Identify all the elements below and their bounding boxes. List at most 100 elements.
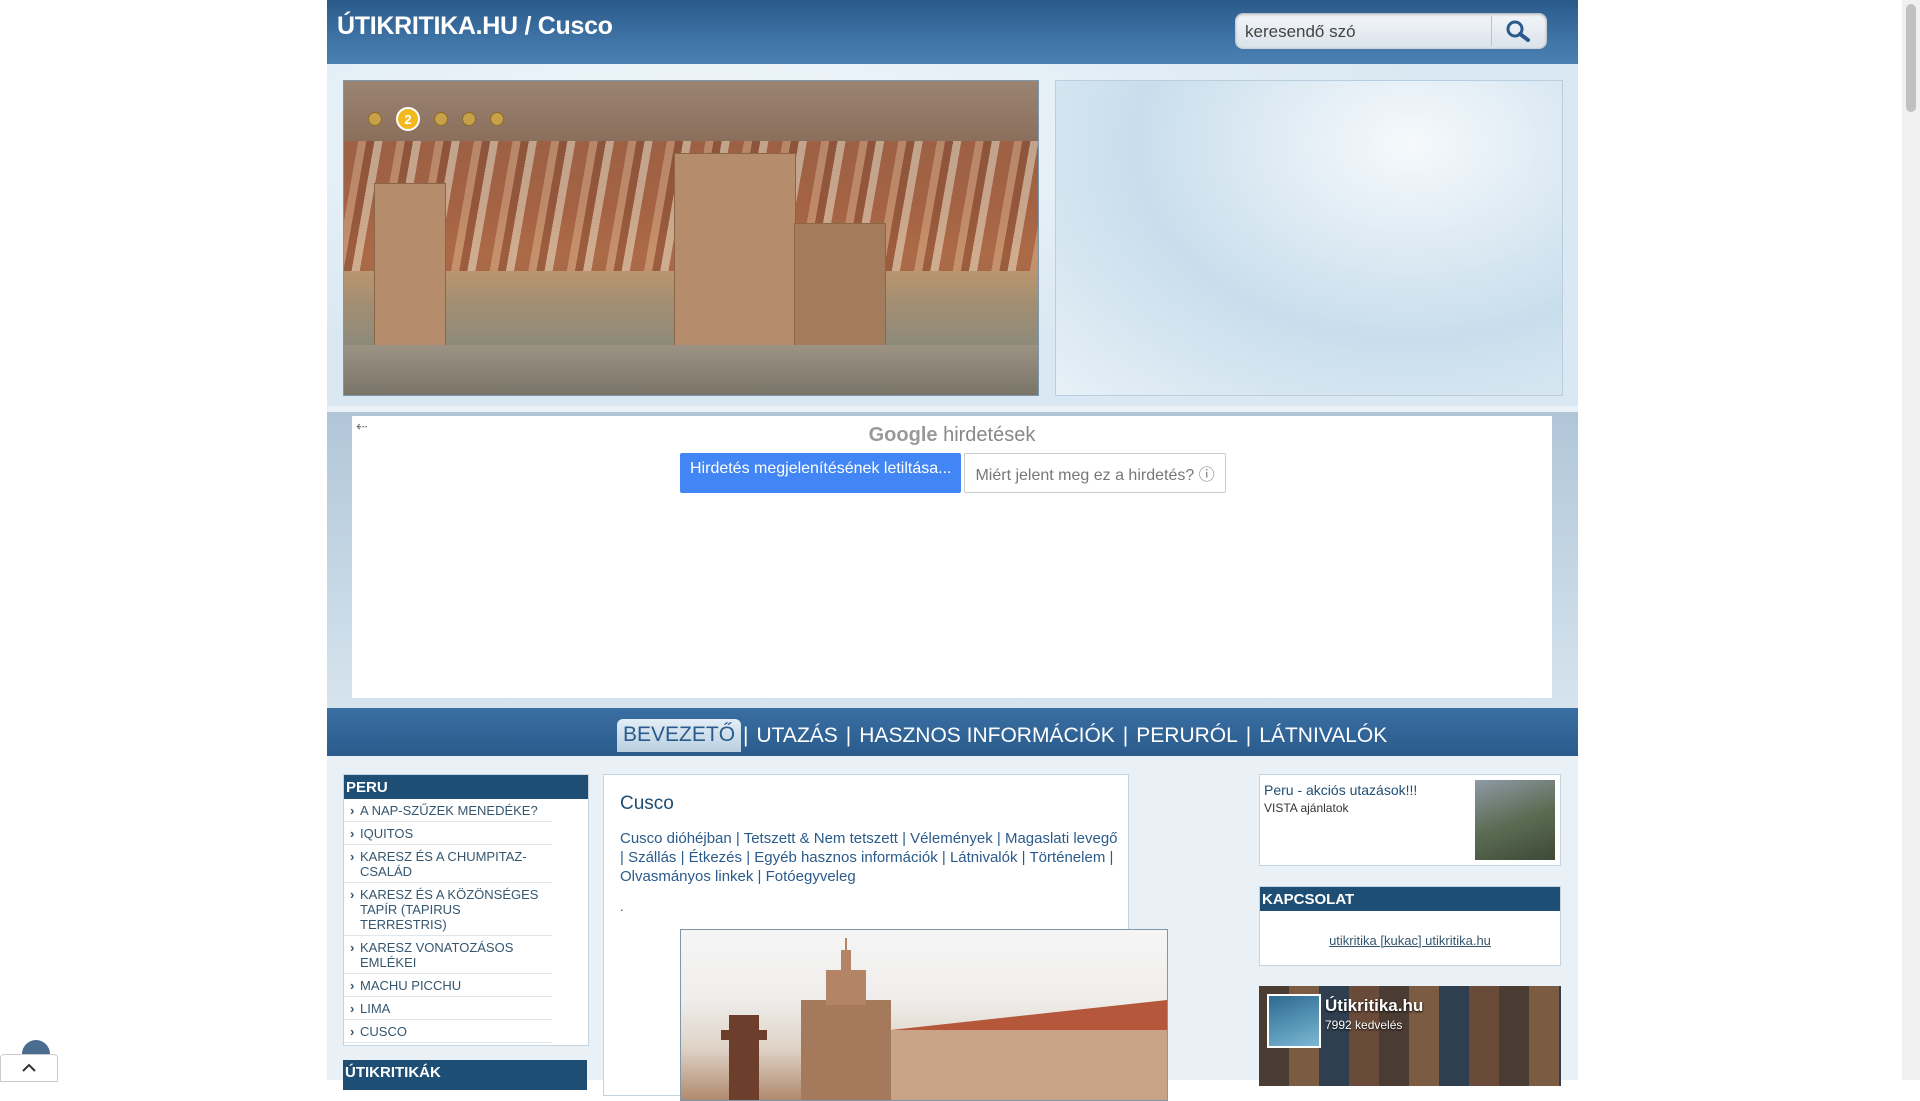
search-box [1235,13,1547,49]
chevron-right-icon: › [350,1024,355,1039]
main-nav: BEVEZETŐ | UTAZÁS | HASZNOS INFORMÁCIÓK … [327,708,1578,756]
sidebar-item-label: MACHU PICCHU [360,978,462,993]
ad-frame: ⇠ Google hirdetések Hirdetés megjeleníté… [352,416,1552,698]
scrollbar-thumb[interactable] [1906,4,1916,112]
link-latnivalok[interactable]: Látnivalók [950,849,1018,866]
ad-buttons: Hirdetés megjelenítésének letiltása... M… [680,453,1226,493]
slider-cathedral [674,153,796,355]
sidebar-item[interactable]: › KARESZ ÉS A CHUMPITAZ-CSALÁD [344,845,552,883]
facebook-widget[interactable]: Útikritika.hu 7992 kedvelés [1259,986,1561,1086]
sidebar-item-label: IQUITOS [360,826,414,841]
promo-title[interactable]: Peru - akciós utazások!!! [1264,782,1417,798]
page-scrollbar[interactable] [1902,0,1920,1080]
slider-plaza [344,345,1038,395]
slider-dots: 2 [368,107,504,131]
sidebar-item[interactable]: › KARESZ VONATOZÁSOS EMLÉKEI [344,936,552,974]
link-egyeb[interactable]: Egyéb hasznos információk [754,849,937,866]
chevron-right-icon: › [350,826,355,841]
contact-box: KAPCSOLAT utikritika [kukac] utikritika.… [1259,886,1561,966]
sidebar-peru: PERU › A NAP-SZŰZEK MENEDÉKE? › IQUITOS › K… [343,774,589,1046]
search-button[interactable] [1491,16,1544,46]
tab-perurol[interactable]: PERURÓL [1130,720,1244,752]
link-olvasmanyos[interactable]: Olvasmányos linkek [620,868,753,885]
sidebar-item-label: CUSCO [360,1024,407,1039]
banner-area: 2 [327,64,1578,406]
dot-text: . [620,899,624,914]
tab-latnivalok[interactable]: LÁTNIVALÓK [1253,720,1393,752]
article-title: Cusco [620,793,674,814]
sidebar-item-active[interactable]: › CUSCO [344,1020,552,1043]
contact-email-link[interactable]: utikritika [kukac] utikritika.hu [1329,933,1491,948]
nav-items: BEVEZETŐ | UTAZÁS | HASZNOS INFORMÁCIÓK … [617,719,1393,752]
chevron-right-icon: › [350,1001,355,1016]
why-ad-button[interactable]: Miért jelent meg ez a hirdetés? ⓘ [964,453,1226,493]
facebook-page-name[interactable]: Útikritika.hu [1325,996,1423,1016]
article-links: Cusco dióhéjban | Tetszett & Nem tetszet… [620,830,1118,885]
chevron-up-icon [22,1063,36,1072]
slider-dot[interactable] [462,112,476,126]
link-szallas[interactable]: Szállás [628,849,676,866]
chevron-right-icon: › [350,887,355,902]
sidebar-item[interactable]: › A NAP-SZŰZEK MENEDÉKE? [344,799,552,822]
promo-subtitle: VISTA ajánlatok [1264,801,1349,815]
contact-body: utikritika [kukac] utikritika.hu [1260,911,1560,965]
promo-box[interactable]: Peru - akciós utazások!!! VISTA ajánlato… [1259,774,1561,866]
link-tetszett[interactable]: Tetszett & Nem tetszett [744,830,898,847]
ad-section: ⇠ Google hirdetések Hirdetés megjeleníté… [327,412,1578,708]
slider-dot[interactable] [490,112,504,126]
sidebar-item[interactable]: › LIMA [344,997,552,1020]
contact-title: KAPCSOLAT [1260,887,1560,911]
right-column: Peru - akciós utazások!!! VISTA ajánlato… [1259,774,1561,1086]
link-magaslati[interactable]: Magaslati levegő [1005,830,1118,847]
slider-dot-active[interactable]: 2 [396,107,420,131]
sidebar-item-label: LIMA [360,1001,391,1016]
search-input[interactable] [1243,17,1491,47]
nav-separator: | [743,724,749,747]
nav-separator: | [1245,724,1252,747]
slider-dot[interactable] [434,112,448,126]
church-illustration [721,938,1167,1100]
chevron-right-icon: › [350,978,355,993]
promo-image[interactable] [1475,780,1555,860]
site-container: ÚTIKRITIKA.HU / Cusco 2 [327,0,1578,1101]
ad-heading: Google hirdetések [352,424,1552,447]
sidebar-item-label: A NAP-SZŰZEK MENEDÉKE? [360,803,538,818]
main-content: Cusco Cusco dióhéjban | Tetszett & Nem t… [603,774,1168,1101]
facebook-page-thumbnail[interactable] [1267,994,1321,1048]
link-fotoegyveleg[interactable]: Fotóegyveleg [766,868,856,885]
slider-tower-left [374,183,446,355]
facebook-likes: 7992 kedvelés [1325,1018,1403,1032]
sidebar-item-label: KARESZ VONATOZÁSOS EMLÉKEI [360,940,514,970]
tab-bevezeto[interactable]: BEVEZETŐ [617,719,742,752]
slider-dot[interactable] [368,112,382,126]
link-etkezes[interactable]: Étkezés [689,849,742,866]
collapse-button[interactable] [0,1054,58,1082]
link-velemenyek[interactable]: Vélemények [910,830,993,847]
google-logo: Google [868,424,938,446]
tab-utazas[interactable]: UTAZÁS [751,720,844,752]
sidebar-item-label: KARESZ ÉS A KÖZÖNSÉGES TAPÍR (TAPIRUS TE… [360,887,539,932]
search-icon [1506,20,1530,42]
image-slider[interactable]: 2 [343,80,1039,396]
slider-building [794,223,886,355]
ad-label: hirdetések [943,424,1036,446]
chevron-right-icon: › [350,803,355,818]
link-dioheban[interactable]: Cusco dióhéjban [620,830,732,847]
nav-separator: | [1122,724,1129,747]
sidebar-item[interactable]: › MACHU PICCHU [344,974,552,997]
sidebar-item[interactable]: › IQUITOS [344,822,552,845]
sidebar-item[interactable]: › KARESZ ÉS A KÖZÖNSÉGES TAPÍR (TAPIRUS T… [344,883,552,936]
chevron-right-icon: › [350,940,355,955]
block-ad-button[interactable]: Hirdetés megjelenítésének letiltása... [680,453,962,493]
sidebar-item-label: KARESZ ÉS A CHUMPITAZ-CSALÁD [360,849,527,879]
article-photo[interactable] [680,929,1168,1101]
tab-hasznos-informaciok[interactable]: HASZNOS INFORMÁCIÓK [853,720,1121,752]
sidebar-title: PERU [344,775,588,799]
header: ÚTIKRITIKA.HU / Cusco [327,0,1578,64]
banner-ad-box [1055,80,1563,396]
nav-separator: | [845,724,852,747]
page-title[interactable]: ÚTIKRITIKA.HU / Cusco [337,12,613,41]
link-tortenelem[interactable]: Történelem [1029,849,1105,866]
chevron-right-icon: › [350,849,355,864]
sidebar-title-utikritikak: ÚTIKRITIKÁK [343,1060,587,1090]
